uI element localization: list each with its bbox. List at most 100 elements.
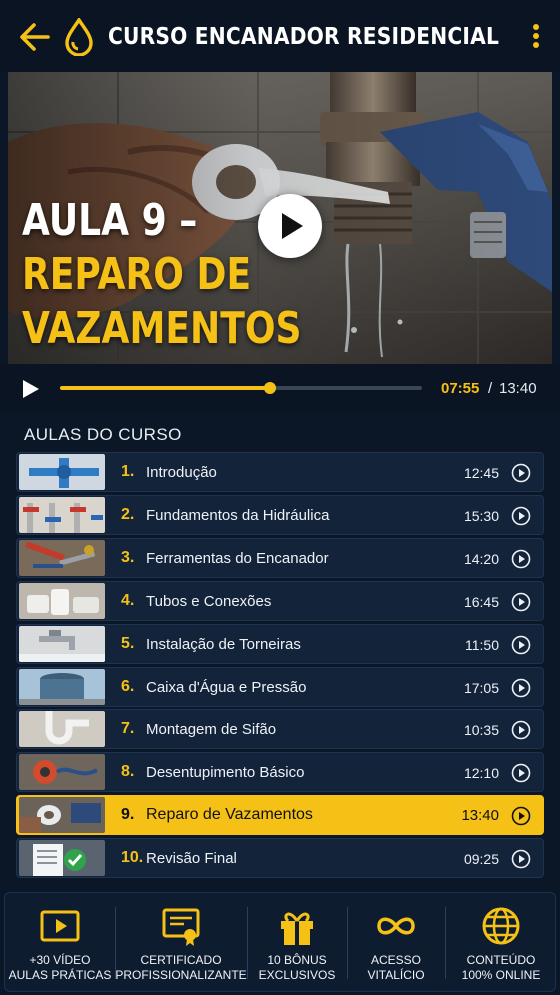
lesson-number: 9.: [121, 806, 135, 824]
lesson-title: Fundamentos da Hidráulica: [146, 506, 330, 524]
feature-label-line2: 100% ONLINE: [461, 968, 541, 982]
lesson-thumbnail: [19, 754, 105, 791]
play-circle-icon[interactable]: [511, 506, 531, 526]
page-title: CURSO ENCANADOR RESIDENCIAL: [108, 24, 500, 50]
progress-handle[interactable]: [263, 382, 276, 394]
lesson-item[interactable]: 8. Desentupimento Básico 12:10: [16, 752, 544, 793]
lesson-thumbnail: [19, 454, 105, 490]
feature-label-line1: CERTIFICADO: [140, 953, 222, 967]
lesson-duration: 12:45: [463, 465, 499, 481]
lesson-item[interactable]: 5. Instalação de Torneiras 11:50: [16, 623, 544, 664]
feature-label: 10 BÔNUS EXCLUSIVOS: [247, 953, 347, 983]
current-time: 07:55: [441, 380, 480, 397]
feature-item: ACESSO VITALÍCIO: [347, 893, 445, 993]
arrow-left-icon[interactable]: [18, 22, 50, 52]
lesson-title: Ferramentas do Encanador: [146, 549, 329, 567]
feature-item: CONTEÚDO 100% ONLINE: [445, 893, 557, 993]
lesson-number: 1.: [121, 463, 135, 480]
time-separator: /: [488, 380, 493, 397]
lesson-thumbnail: [19, 797, 105, 834]
lesson-duration: 11:50: [465, 636, 499, 653]
lesson-thumbnail: [19, 668, 105, 705]
lesson-item[interactable]: 6. Caixa d'Água e Pressão 17:05: [16, 666, 544, 707]
feature-label: CONTEÚDO 100% ONLINE: [445, 953, 557, 983]
lesson-title: Caixa d'Água e Pressão: [146, 678, 307, 696]
infinity-icon: [377, 917, 415, 935]
features-bar: +30 VÍDEO AULAS PRÁTICAS CERTIFICADO PROFIS…: [4, 892, 556, 992]
lesson-thumbnail: [19, 496, 105, 533]
lesson-title: Revisão Final: [146, 850, 237, 868]
feature-label-line1: ACESSO: [370, 953, 421, 967]
lesson-item[interactable]: 1. Introdução 12:45: [16, 452, 544, 492]
video-title-line3: VAZAMENTOS: [22, 303, 302, 354]
play-circle-icon[interactable]: [511, 463, 531, 483]
feature-label: ACESSO VITALÍCIO: [347, 953, 445, 983]
play-icon[interactable]: [22, 379, 40, 399]
water-drop-icon: [65, 18, 93, 56]
lesson-number: 6.: [121, 677, 135, 695]
lesson-duration: 10:35: [463, 722, 499, 739]
globe-icon: [482, 907, 520, 945]
lesson-item[interactable]: 7. Montagem de Sifão 10:35: [16, 709, 544, 750]
lesson-number: 8.: [121, 763, 135, 781]
lesson-duration: 13:40: [461, 807, 499, 825]
lesson-duration: 15:30: [463, 507, 499, 524]
lesson-number: 7.: [121, 720, 135, 738]
lesson-number: 10.: [121, 849, 144, 867]
feature-label-line1: +30 VÍDEO: [29, 953, 91, 967]
lesson-title: Tubos e Conexões: [146, 592, 272, 610]
lesson-title: Desentupimento Básico: [146, 764, 305, 782]
lesson-item[interactable]: 3. Ferramentas do Encanador 14:20: [16, 537, 544, 578]
play-circle-icon[interactable]: [511, 678, 531, 698]
lesson-thumbnail: [19, 840, 105, 877]
lesson-item[interactable]: 10. Revisão Final 09:25: [16, 838, 544, 879]
lesson-number: 3.: [121, 548, 135, 566]
lesson-number: 5.: [121, 634, 135, 652]
play-circle-icon[interactable]: [511, 806, 531, 826]
lesson-duration: 16:45: [463, 593, 499, 610]
play-icon: [282, 213, 303, 239]
video-title-line2: REPARO DE: [22, 249, 252, 300]
gift-icon: [281, 912, 313, 945]
feature-label-line2: AULAS PRÁTICAS: [8, 968, 112, 982]
feature-label-line2: PROFISSIONALIZANTE: [115, 968, 247, 982]
feature-item: +30 VÍDEO AULAS PRÁTICAS: [5, 893, 115, 993]
play-circle-icon[interactable]: [511, 849, 531, 869]
lesson-thumbnail: [19, 539, 105, 576]
lesson-title: Reparo de Vazamentos: [146, 806, 313, 824]
lesson-duration: 09:25: [463, 851, 499, 868]
lesson-title: Introdução: [146, 464, 217, 481]
lesson-thumbnail: [19, 625, 105, 662]
certificate-icon: [162, 908, 200, 946]
lesson-thumbnail: [19, 582, 105, 619]
feature-label: +30 VÍDEO AULAS PRÁTICAS: [5, 953, 115, 983]
video-play-icon: [40, 910, 80, 942]
play-circle-icon[interactable]: [511, 635, 531, 655]
feature-item: CERTIFICADO PROFISSIONALIZANTE: [115, 893, 247, 993]
lesson-title: Instalação de Torneiras: [146, 635, 301, 653]
section-title: AULAS DO CURSO: [24, 425, 182, 444]
lesson-duration: 17:05: [463, 679, 499, 696]
feature-label: CERTIFICADO PROFISSIONALIZANTE: [115, 953, 247, 983]
player-controls: 07:55 / 13:40: [0, 364, 560, 412]
total-time: 13:40: [499, 380, 537, 397]
play-circle-icon[interactable]: [511, 763, 531, 783]
lesson-number: 2.: [121, 505, 135, 523]
feature-label-line2: EXCLUSIVOS: [258, 968, 336, 982]
lesson-item[interactable]: 4. Tubos e Conexões 16:45: [16, 580, 544, 621]
progress-bar[interactable]: [60, 382, 422, 394]
lesson-item[interactable]: 9. Reparo de Vazamentos 13:40: [16, 795, 544, 836]
progress-fill: [60, 386, 270, 390]
video-player[interactable]: AULA 9 – REPARO DE VAZAMENTOS: [8, 72, 552, 364]
kebab-menu-icon[interactable]: [530, 24, 542, 52]
lesson-title: Montagem de Sifão: [146, 721, 277, 739]
lesson-item[interactable]: 2. Fundamentos da Hidráulica 15:30: [16, 494, 544, 535]
play-circle-icon[interactable]: [511, 720, 531, 740]
play-circle-icon[interactable]: [511, 549, 531, 569]
feature-label-line2: VITALÍCIO: [367, 968, 425, 982]
feature-item: 10 BÔNUS EXCLUSIVOS: [247, 893, 347, 993]
video-play-button[interactable]: [258, 194, 322, 258]
lesson-number: 4.: [121, 591, 135, 609]
play-circle-icon[interactable]: [511, 592, 531, 612]
lesson-duration: 12:10: [463, 765, 499, 782]
